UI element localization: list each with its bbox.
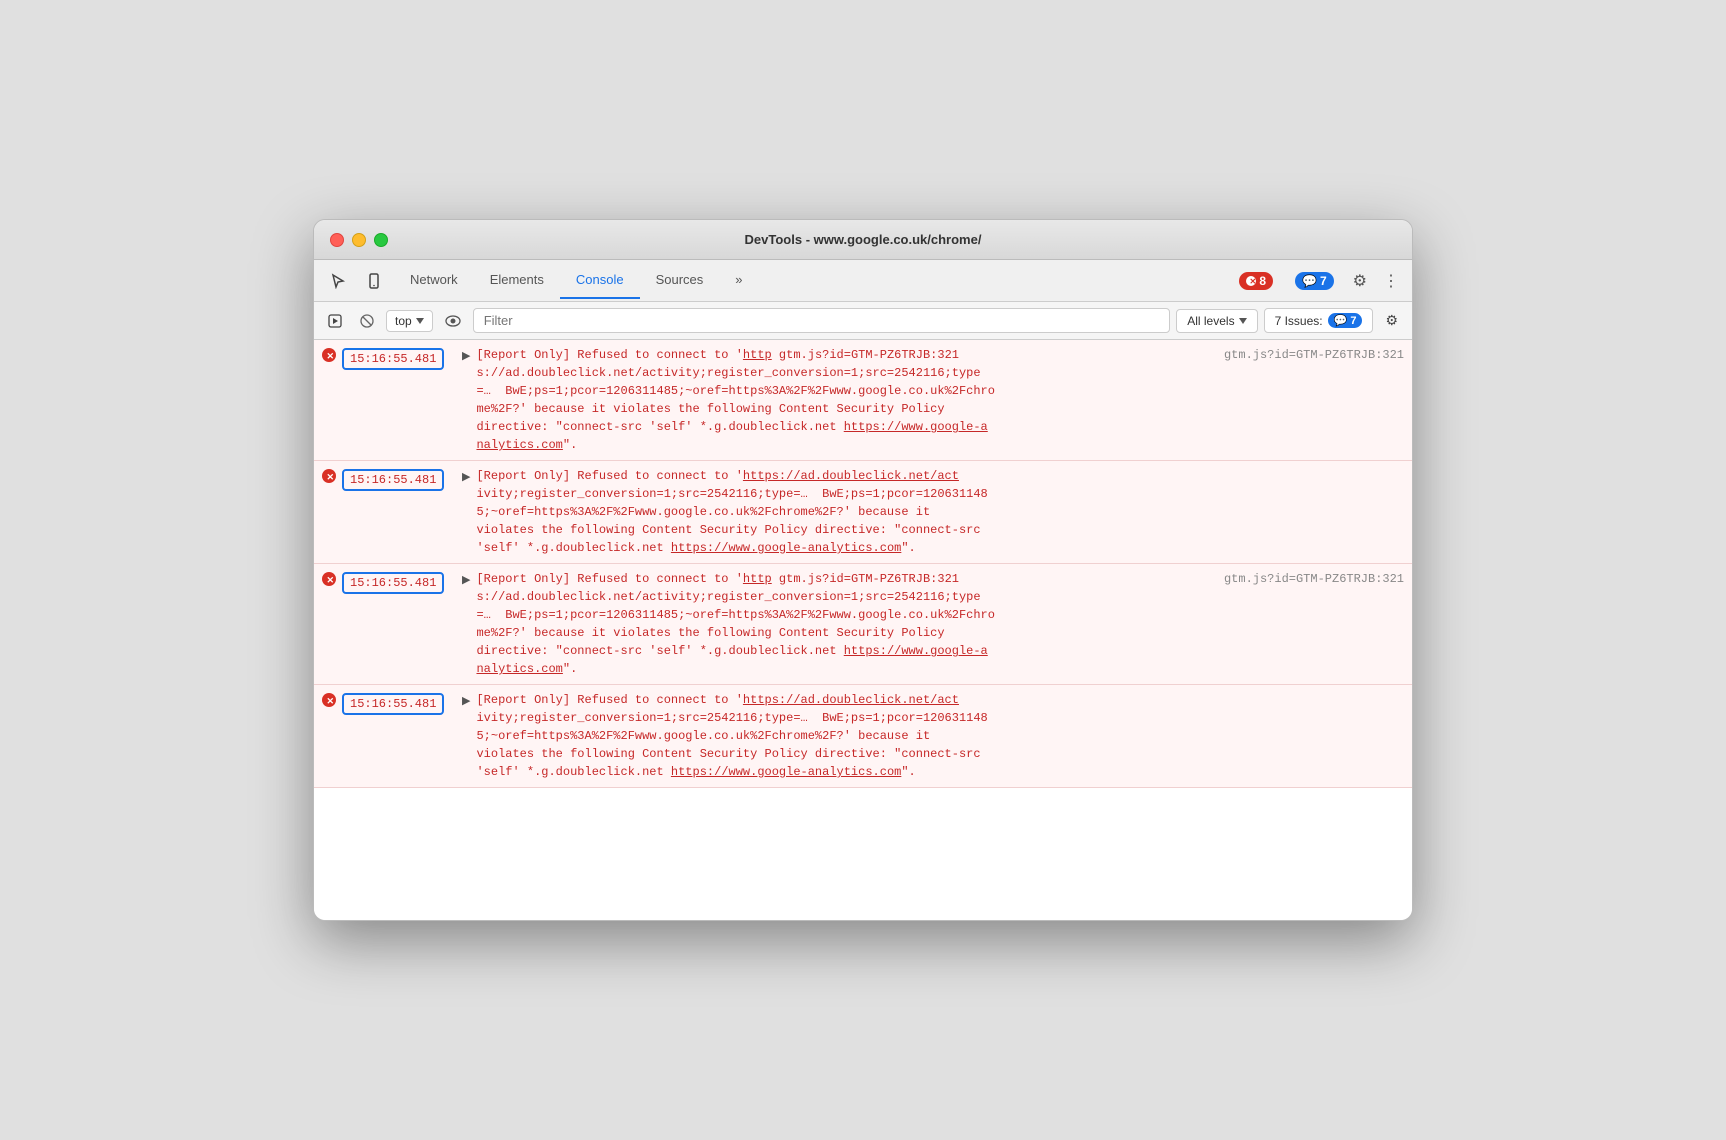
close-button[interactable] <box>330 233 344 247</box>
svg-text:✕: ✕ <box>327 696 335 706</box>
main-toolbar: Network Elements Console Sources » ✕ 8 💬… <box>314 260 1412 302</box>
tab-elements[interactable]: Elements <box>474 262 560 299</box>
log-message: [Report Only] Refused to connect to 'htt… <box>476 691 1404 781</box>
log-message: [Report Only] Refused to connect to 'htt… <box>476 570 1224 678</box>
window-title: DevTools - www.google.co.uk/chrome/ <box>745 232 982 247</box>
log-entry: ✕ 15:16:55.481 ▶ [Report Only] Refused t… <box>314 461 1412 564</box>
error-badge: ✕ 8 <box>1239 272 1273 290</box>
error-icon: ✕ <box>322 693 336 710</box>
minimize-button[interactable] <box>352 233 366 247</box>
error-icon: ✕ <box>322 469 336 486</box>
expand-arrow-icon[interactable]: ▶ <box>462 691 470 707</box>
timestamp: 15:16:55.481 <box>342 691 462 715</box>
mobile-icon-button[interactable] <box>358 269 390 293</box>
context-selector[interactable]: top <box>386 310 433 332</box>
tab-console[interactable]: Console <box>560 262 640 299</box>
eye-icon <box>445 315 461 327</box>
error-circle-icon: ✕ <box>1246 276 1256 286</box>
filter-input[interactable] <box>473 308 1171 333</box>
error-badge-button[interactable]: ✕ 8 <box>1231 268 1281 294</box>
settings-icon-button[interactable]: ⚙ <box>1348 266 1372 296</box>
timestamp: 15:16:55.481 <box>342 570 462 594</box>
error-icon: ✕ <box>322 348 336 365</box>
devtools-window: DevTools - www.google.co.uk/chrome/ Netw… <box>313 219 1413 921</box>
execute-icon <box>328 314 342 328</box>
timestamp: 15:16:55.481 <box>342 346 462 370</box>
toolbar-right: ✕ 8 💬 7 ⚙ ⋮ <box>1231 266 1404 296</box>
cursor-icon <box>330 273 346 289</box>
console-toolbar: top All levels 7 Issues: 💬 7 ⚙ <box>314 302 1412 340</box>
svg-text:✕: ✕ <box>327 351 335 361</box>
maximize-button[interactable] <box>374 233 388 247</box>
error-icon: ✕ <box>322 572 336 589</box>
info-badge: 💬 7 <box>1295 272 1334 290</box>
tab-sources[interactable]: Sources <box>640 262 720 299</box>
source-reference[interactable]: gtm.js?id=GTM-PZ6TRJB:321 <box>1224 346 1404 362</box>
svg-text:✕: ✕ <box>1250 277 1257 286</box>
log-entry: ✕ 15:16:55.481 ▶ [Report Only] Refused t… <box>314 340 1412 461</box>
traffic-lights <box>330 233 388 247</box>
eye-icon-button[interactable] <box>439 311 467 331</box>
block-icon <box>360 314 374 328</box>
title-bar: DevTools - www.google.co.uk/chrome/ <box>314 220 1412 260</box>
timestamp: 15:16:55.481 <box>342 467 462 491</box>
log-entry: ✕ 15:16:55.481 ▶ [Report Only] Refused t… <box>314 564 1412 685</box>
block-icon-button[interactable] <box>354 310 380 332</box>
log-message: [Report Only] Refused to connect to 'htt… <box>476 346 1224 454</box>
source-reference[interactable]: gtm.js?id=GTM-PZ6TRJB:321 <box>1224 570 1404 586</box>
console-content: ✕ 15:16:55.481 ▶ [Report Only] Refused t… <box>314 340 1412 920</box>
mobile-icon <box>366 273 382 289</box>
svg-text:✕: ✕ <box>327 575 335 585</box>
tab-network[interactable]: Network <box>394 262 474 299</box>
issues-button[interactable]: 7 Issues: 💬 7 <box>1264 308 1374 333</box>
tab-group: Network Elements Console Sources » <box>394 262 1227 299</box>
issues-badge: 💬 7 <box>1328 313 1363 328</box>
more-icon-button[interactable]: ⋮ <box>1378 266 1404 296</box>
tab-more[interactable]: » <box>719 262 758 299</box>
cursor-icon-button[interactable] <box>322 269 354 293</box>
expand-arrow-icon[interactable]: ▶ <box>462 467 470 483</box>
svg-text:✕: ✕ <box>327 472 335 482</box>
chevron-down-icon <box>416 318 424 324</box>
expand-arrow-icon[interactable]: ▶ <box>462 346 470 362</box>
log-message: [Report Only] Refused to connect to 'htt… <box>476 467 1404 557</box>
log-entry: ✕ 15:16:55.481 ▶ [Report Only] Refused t… <box>314 685 1412 788</box>
levels-button[interactable]: All levels <box>1176 309 1257 333</box>
info-badge-button[interactable]: 💬 7 <box>1287 268 1342 294</box>
levels-chevron-icon <box>1239 318 1247 324</box>
expand-arrow-icon[interactable]: ▶ <box>462 570 470 586</box>
console-settings-icon-button[interactable]: ⚙ <box>1379 308 1404 333</box>
execute-icon-button[interactable] <box>322 310 348 332</box>
